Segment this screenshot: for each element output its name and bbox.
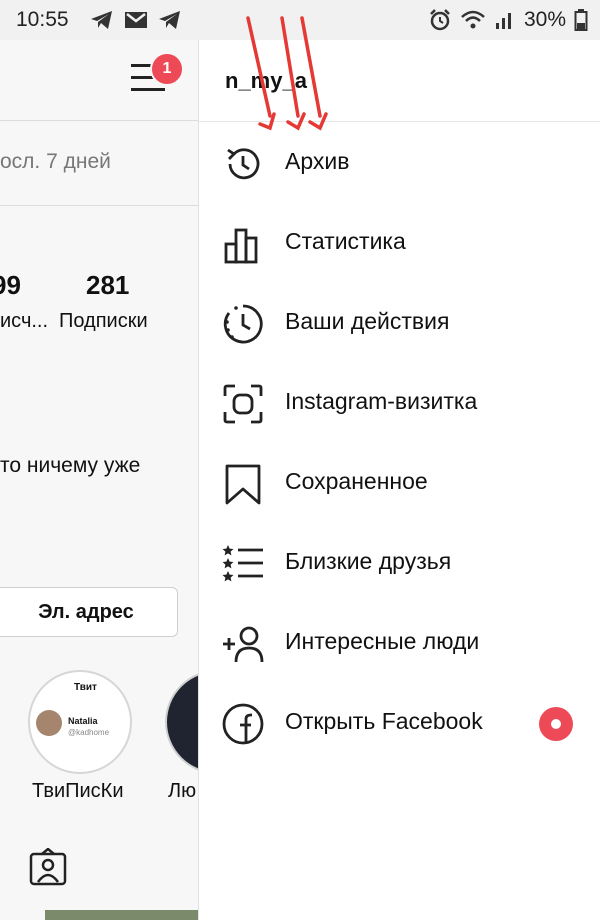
- menu-item-label: Ваши действия: [285, 308, 450, 334]
- following-count[interactable]: 281: [86, 270, 129, 301]
- battery-icon: [574, 9, 588, 31]
- menu-item-saved[interactable]: Сохраненное: [199, 442, 600, 522]
- discover-people-icon: [223, 626, 264, 663]
- menu-item-label: Близкие друзья: [285, 548, 452, 574]
- alarm-icon: [430, 9, 450, 31]
- wifi-icon: [461, 10, 485, 29]
- menu-item-label: Интересные люди: [285, 628, 480, 654]
- followers-label: исч...: [0, 310, 49, 332]
- avatar: [36, 710, 62, 736]
- menu-item-label: Instagram-визитка: [285, 388, 478, 414]
- close-friends-list-icon: [222, 545, 263, 582]
- menu-item-label: Архив: [285, 148, 350, 174]
- menu-item-open-facebook[interactable]: Открыть Facebook: [199, 682, 600, 762]
- notification-badge: 1: [150, 52, 184, 86]
- profile-divider: [0, 205, 200, 206]
- highlight-thumb-handle: @kadhome: [68, 728, 110, 737]
- annotation-arrows: [246, 16, 328, 131]
- insights-period-text: осл. 7 дней: [0, 150, 111, 173]
- status-system-icons: 30%: [428, 8, 588, 32]
- story-highlight[interactable]: Твит Natalia @kadhome: [28, 670, 132, 774]
- profile-tabs: [0, 830, 200, 920]
- facebook-icon: [222, 703, 264, 745]
- email-button[interactable]: Эл. адрес: [0, 587, 178, 637]
- highlight-thumb-name: Natalia: [68, 716, 98, 726]
- profile-divider: [0, 120, 200, 121]
- status-notification-icons: [90, 9, 182, 31]
- profile-bio: то ничему уже: [0, 454, 141, 477]
- your-activity-clock-icon: [223, 304, 263, 344]
- tagged-photos-icon[interactable]: [28, 848, 68, 888]
- followers-count[interactable]: 99: [0, 270, 21, 301]
- side-drawer: n_my_a Архив Статистика Ваши действия In…: [198, 40, 600, 920]
- following-label: Подписки: [59, 310, 148, 332]
- menu-item-insights[interactable]: Статистика: [199, 202, 600, 282]
- menu-item-close-friends[interactable]: Близкие друзья: [199, 522, 600, 602]
- nametag-scan-icon: [223, 384, 263, 424]
- archive-history-icon: [227, 148, 260, 180]
- status-time: 10:55: [16, 8, 69, 31]
- menu-item-label: Открыть Facebook: [285, 708, 483, 734]
- telegram-icon: [159, 11, 180, 29]
- menu-item-your-activity[interactable]: Ваши действия: [199, 282, 600, 362]
- menu-item-label: Сохраненное: [285, 468, 428, 494]
- highlight-label: ТвиПисКи: [32, 780, 124, 802]
- highlight-label: Лю: [168, 780, 197, 802]
- signal-icon: [495, 13, 511, 29]
- bookmark-icon: [225, 464, 261, 505]
- menu-item-nametag[interactable]: Instagram-визитка: [199, 362, 600, 442]
- telegram-icon: [91, 11, 112, 29]
- photo-grid-preview: [45, 910, 200, 920]
- highlight-thumb-title: Твит: [74, 682, 97, 693]
- gmail-icon: [125, 12, 147, 28]
- new-indicator-badge: [539, 707, 573, 741]
- menu-item-label: Статистика: [285, 228, 406, 254]
- insights-bar-chart-icon: [224, 228, 258, 264]
- battery-percent: 30%: [523, 8, 566, 31]
- menu-item-discover-people[interactable]: Интересные люди: [199, 602, 600, 682]
